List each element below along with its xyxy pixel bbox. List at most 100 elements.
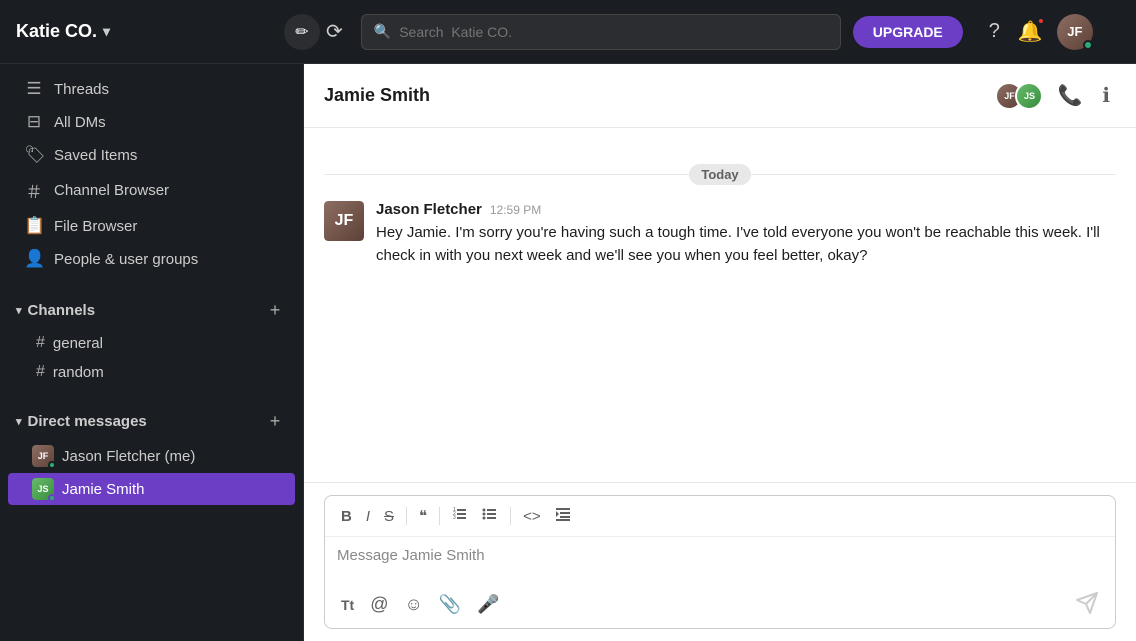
workspace-chevron-icon: ▾ [103, 23, 110, 40]
msg-sender-1: Jason Fletcher [376, 201, 482, 218]
search-input[interactable] [399, 24, 828, 40]
channels-chevron-icon: ▾ [16, 304, 22, 317]
message-input-area: B I S ❝ 123 <> [304, 482, 1136, 641]
history-button[interactable]: ⟳ [320, 13, 349, 50]
dm-item-jamie[interactable]: JS Jamie Smith [8, 473, 295, 505]
message-1: JF Jason Fletcher 12:59 PM Hey Jamie. I'… [324, 201, 1116, 267]
sidebar-item-file-browser[interactable]: 📋 File Browser [8, 210, 295, 242]
header-avatars: JF JS [995, 82, 1043, 110]
bold-button[interactable]: B [335, 504, 358, 529]
topbar-actions: ? 🔔 JF [985, 14, 1093, 50]
call-button[interactable]: 📞 [1051, 79, 1088, 112]
attach-button[interactable]: 📎 [433, 590, 467, 619]
dm-avatar-jamie: JS [32, 478, 54, 500]
threads-icon: ☰ [24, 79, 44, 99]
edit-button[interactable]: ✏ [284, 14, 320, 50]
user-avatar-wrapper[interactable]: JF [1057, 14, 1093, 50]
channel-item-general[interactable]: # general [8, 329, 295, 357]
sidebar-item-all-dms-label: All DMs [54, 114, 106, 131]
strikethrough-button[interactable]: S [378, 504, 400, 529]
sidebar-item-channel-browser[interactable]: ＃ Channel Browser [8, 172, 295, 209]
help-button[interactable]: ? [985, 16, 1004, 47]
toolbar-divider-3 [510, 507, 511, 525]
mention-button[interactable]: @ [364, 590, 394, 619]
sidebar-item-file-browser-label: File Browser [54, 218, 137, 235]
dm-status-jason [48, 461, 56, 469]
channel-name-random: random [53, 364, 104, 381]
channels-section-header[interactable]: ▾ Channels + [0, 292, 303, 328]
topbar-center: ⟳ 🔍 UPGRADE ? 🔔 JF [320, 13, 1120, 50]
saved-icon: 🏷 [24, 145, 44, 165]
chat-area: Jamie Smith JF JS 📞 ℹ Today JF [304, 64, 1136, 641]
voice-button[interactable]: 🎤 [471, 590, 505, 619]
msg-header-1: Jason Fletcher 12:59 PM [376, 201, 1116, 218]
code-button[interactable]: <> [517, 504, 547, 529]
sidebar: ☰ Threads ⊟ All DMs 🏷 Saved Items ＃ Chan… [0, 64, 304, 641]
search-bar[interactable]: 🔍 [361, 14, 841, 50]
search-icon: 🔍 [374, 23, 391, 40]
channel-item-random[interactable]: # random [8, 358, 295, 386]
info-button[interactable]: ℹ [1096, 79, 1116, 112]
svg-text:3: 3 [453, 515, 456, 521]
sidebar-item-threads-label: Threads [54, 81, 109, 98]
indent-button[interactable] [549, 502, 577, 530]
channel-hash-icon-2: # [36, 363, 45, 381]
header-avatar-jamie: JS [1015, 82, 1043, 110]
quote-button[interactable]: ❝ [413, 503, 433, 529]
text-format-button[interactable]: Tt [335, 593, 360, 617]
input-actions-left: Tt @ ☺ 📎 🎤 [335, 590, 506, 619]
toolbar-divider-2 [439, 507, 440, 525]
date-label: Today [689, 164, 750, 185]
topbar-left: Katie CO. ▾ ✏ [16, 14, 320, 50]
dm-item-jason[interactable]: JF Jason Fletcher (me) [8, 440, 295, 472]
message-input-placeholder[interactable]: Message Jamie Smith [325, 537, 1115, 581]
sidebar-item-people-label: People & user groups [54, 251, 198, 268]
msg-avatar-jason: JF [324, 201, 364, 241]
input-actions: Tt @ ☺ 📎 🎤 [325, 581, 1115, 628]
chat-messages: Today JF Jason Fletcher 12:59 PM Hey Jam… [304, 128, 1136, 482]
sidebar-item-threads[interactable]: ☰ Threads [8, 73, 295, 105]
sidebar-nav: ☰ Threads ⊟ All DMs 🏷 Saved Items ＃ Chan… [0, 64, 303, 284]
emoji-button[interactable]: ☺ [399, 590, 429, 619]
workspace-name-label: Katie CO. [16, 21, 97, 42]
channels-section-label: Channels [28, 302, 96, 319]
sidebar-item-all-dms[interactable]: ⊟ All DMs [8, 106, 295, 138]
ordered-list-button[interactable]: 123 [446, 502, 474, 530]
input-toolbar: B I S ❝ 123 <> [325, 496, 1115, 537]
chat-header: Jamie Smith JF JS 📞 ℹ [304, 64, 1136, 128]
dm-section-header[interactable]: ▾ Direct messages + [0, 403, 303, 439]
dm-avatar-jason: JF [32, 445, 54, 467]
dm-section-label: Direct messages [28, 413, 147, 430]
input-box: B I S ❝ 123 <> [324, 495, 1116, 629]
italic-button[interactable]: I [360, 504, 376, 529]
topbar: Katie CO. ▾ ✏ ⟳ 🔍 UPGRADE ? 🔔 JF [0, 0, 1136, 64]
add-channel-button[interactable]: + [263, 298, 287, 322]
file-browser-icon: 📋 [24, 216, 44, 236]
sidebar-item-saved[interactable]: 🏷 Saved Items [8, 139, 295, 171]
send-button[interactable] [1069, 587, 1105, 622]
main-content: ☰ Threads ⊟ All DMs 🏷 Saved Items ＃ Chan… [0, 64, 1136, 641]
msg-time-1: 12:59 PM [490, 203, 541, 217]
user-status-dot [1083, 40, 1093, 50]
channels-section: ▾ Channels + # general # random [0, 284, 303, 395]
add-dm-button[interactable]: + [263, 409, 287, 433]
msg-text-1: Hey Jamie. I'm sorry you're having such … [376, 222, 1116, 267]
channel-browser-icon: ＃ [24, 178, 44, 203]
dm-name-jason: Jason Fletcher (me) [62, 448, 195, 465]
upgrade-button[interactable]: UPGRADE [853, 16, 963, 48]
people-icon: 👤 [24, 249, 44, 269]
channels-section-title: ▾ Channels [16, 302, 95, 319]
date-divider: Today [324, 164, 1116, 185]
channel-hash-icon: # [36, 334, 45, 352]
chat-header-actions: JF JS 📞 ℹ [995, 79, 1116, 112]
workspace-name-button[interactable]: Katie CO. ▾ [16, 21, 110, 42]
sidebar-item-people[interactable]: 👤 People & user groups [8, 243, 295, 275]
dm-chevron-icon: ▾ [16, 415, 22, 428]
help-icon: ? [989, 20, 1000, 42]
unordered-list-button[interactable] [476, 502, 504, 530]
dm-section-title: ▾ Direct messages [16, 413, 147, 430]
notification-dot [1037, 17, 1045, 25]
notification-button[interactable]: 🔔 [1014, 15, 1047, 48]
toolbar-divider-1 [406, 507, 407, 525]
dm-name-jamie: Jamie Smith [62, 481, 145, 498]
